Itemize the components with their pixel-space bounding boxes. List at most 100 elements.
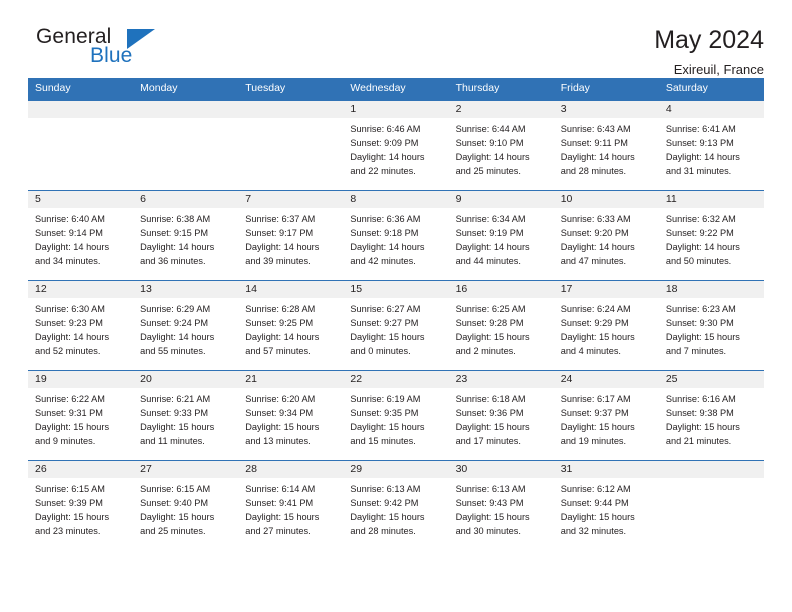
weekday-header-friday: Friday [553, 78, 659, 101]
day-number: 6 [133, 191, 239, 209]
calendar-day-cell[interactable]: 11 Sunrise: 6:32 AM Sunset: 9:22 PM Dayligh… [658, 190, 764, 281]
sunset-text: Sunset: 9:23 PM [35, 318, 103, 329]
daylight-text: Daylight: 15 hours and 0 minutes. [350, 332, 425, 357]
calendar-week-row: 5 Sunrise: 6:40 AM Sunset: 9:14 PM Daylight… [28, 190, 764, 281]
day-cell-inner: 17 Sunrise: 6:24 AM Sunset: 9:29 PM Dayligh… [553, 281, 659, 370]
calendar-day-cell[interactable]: 3 Sunrise: 6:43 AM Sunset: 9:11 PM Daylight… [553, 100, 659, 191]
sunrise-text: Sunrise: 6:17 AM [560, 394, 631, 405]
day-cell-inner: 25 Sunrise: 6:16 AM Sunset: 9:38 PM Dayligh… [658, 371, 764, 460]
daylight-text: Daylight: 15 hours and 15 minutes. [350, 422, 425, 447]
day-cell-inner: 24 Sunrise: 6:17 AM Sunset: 9:37 PM Dayligh… [553, 371, 659, 460]
day-cell-inner: 28 Sunrise: 6:14 AM Sunset: 9:41 PM Dayligh… [238, 461, 344, 551]
calendar-day-cell[interactable]: 2 Sunrise: 6:44 AM Sunset: 9:10 PM Daylight… [448, 100, 554, 191]
weekday-header-tuesday: Tuesday [238, 78, 344, 101]
day-details: Sunrise: 6:32 AM Sunset: 9:22 PM Daylight:… [659, 208, 764, 268]
calendar-day-cell[interactable]: 25 Sunrise: 6:16 AM Sunset: 9:38 PM Dayligh… [658, 370, 764, 461]
day-number: 16 [448, 281, 554, 299]
brand-logo[interactable]: General Blue [28, 26, 228, 74]
day-cell-inner: 31 Sunrise: 6:12 AM Sunset: 9:44 PM Dayligh… [553, 461, 659, 551]
day-number [658, 461, 764, 479]
calendar-day-cell[interactable]: 12 Sunrise: 6:30 AM Sunset: 9:23 PM Dayligh… [28, 280, 134, 371]
calendar-day-cell[interactable]: 31 Sunrise: 6:12 AM Sunset: 9:44 PM Dayligh… [553, 460, 659, 551]
calendar-day-cell[interactable]: 17 Sunrise: 6:24 AM Sunset: 9:29 PM Dayligh… [553, 280, 659, 371]
daylight-text: Daylight: 14 hours and 34 minutes. [35, 242, 110, 267]
day-cell-inner: 8 Sunrise: 6:36 AM Sunset: 9:18 PM Daylight… [343, 191, 449, 280]
weekday-header-thursday: Thursday [448, 78, 554, 101]
day-cell-inner: 22 Sunrise: 6:19 AM Sunset: 9:35 PM Dayligh… [343, 371, 449, 460]
sunset-text: Sunset: 9:10 PM [455, 137, 524, 148]
sunrise-text: Sunrise: 6:20 AM [245, 394, 316, 405]
calendar-day-cell[interactable]: 26 Sunrise: 6:15 AM Sunset: 9:39 PM Dayligh… [28, 460, 134, 551]
calendar-day-cell[interactable]: 9 Sunrise: 6:34 AM Sunset: 9:19 PM Daylight… [448, 190, 554, 281]
calendar-day-cell[interactable]: 16 Sunrise: 6:25 AM Sunset: 9:28 PM Dayligh… [448, 280, 554, 371]
calendar-day-cell[interactable]: 22 Sunrise: 6:19 AM Sunset: 9:35 PM Dayligh… [343, 370, 449, 461]
calendar-day-cell[interactable]: 10 Sunrise: 6:33 AM Sunset: 9:20 PM Dayligh… [553, 190, 659, 281]
calendar-day-cell[interactable]: 5 Sunrise: 6:40 AM Sunset: 9:14 PM Daylight… [28, 190, 134, 281]
calendar-day-cell[interactable]: 24 Sunrise: 6:17 AM Sunset: 9:37 PM Dayligh… [553, 370, 659, 461]
day-number: 9 [448, 191, 554, 209]
calendar-day-cell[interactable]: 15 Sunrise: 6:27 AM Sunset: 9:27 PM Dayligh… [343, 280, 449, 371]
daylight-text: Daylight: 14 hours and 50 minutes. [665, 242, 740, 267]
sunset-text: Sunset: 9:40 PM [140, 498, 209, 509]
day-cell-inner: 2 Sunrise: 6:44 AM Sunset: 9:10 PM Daylight… [448, 100, 554, 191]
day-number: 26 [28, 461, 134, 479]
day-details: Sunrise: 6:27 AM Sunset: 9:27 PM Daylight:… [343, 298, 448, 358]
day-details: Sunrise: 6:25 AM Sunset: 9:28 PM Daylight:… [449, 298, 554, 358]
calendar-day-cell[interactable]: 27 Sunrise: 6:15 AM Sunset: 9:40 PM Dayligh… [133, 460, 239, 551]
calendar-day-cell[interactable]: 6 Sunrise: 6:38 AM Sunset: 9:15 PM Daylight… [133, 190, 239, 281]
sunrise-text: Sunrise: 6:27 AM [350, 304, 421, 315]
sunset-text: Sunset: 9:35 PM [350, 408, 419, 419]
calendar-page: General Blue May 2024 Exireuil, France S… [0, 0, 792, 612]
calendar-day-cell[interactable]: 1 Sunrise: 6:46 AM Sunset: 9:09 PM Daylight… [343, 100, 449, 191]
daylight-text: Daylight: 14 hours and 36 minutes. [140, 242, 215, 267]
sunrise-text: Sunrise: 6:38 AM [140, 214, 211, 225]
sunrise-text: Sunrise: 6:19 AM [350, 394, 421, 405]
daylight-text: Daylight: 15 hours and 19 minutes. [560, 422, 635, 447]
calendar-day-cell[interactable]: 13 Sunrise: 6:29 AM Sunset: 9:24 PM Dayligh… [133, 280, 239, 371]
daylight-text: Daylight: 14 hours and 28 minutes. [560, 151, 635, 176]
calendar-week-row: 12 Sunrise: 6:30 AM Sunset: 9:23 PM Dayligh… [28, 280, 764, 371]
day-number: 13 [133, 281, 239, 299]
daylight-text: Daylight: 15 hours and 32 minutes. [560, 512, 635, 537]
day-number: 8 [343, 191, 449, 209]
day-cell-inner: 12 Sunrise: 6:30 AM Sunset: 9:23 PM Dayligh… [28, 281, 134, 370]
calendar-day-cell[interactable]: 28 Sunrise: 6:14 AM Sunset: 9:41 PM Dayligh… [238, 460, 344, 551]
weekday-header-wednesday: Wednesday [343, 78, 449, 101]
location-label: Exireuil, France [673, 61, 764, 77]
day-number: 30 [448, 461, 554, 479]
calendar-body: 1 Sunrise: 6:46 AM Sunset: 9:09 PM Daylight… [28, 100, 764, 551]
calendar-header: Sunday Monday Tuesday Wednesday Thursday… [28, 78, 764, 101]
day-details: Sunrise: 6:18 AM Sunset: 9:36 PM Daylight:… [449, 388, 554, 448]
sunset-text: Sunset: 9:44 PM [560, 498, 629, 509]
day-number: 25 [658, 371, 764, 389]
day-cell-inner: 3 Sunrise: 6:43 AM Sunset: 9:11 PM Daylight… [553, 100, 659, 191]
daylight-text: Daylight: 15 hours and 13 minutes. [245, 422, 320, 447]
sunset-text: Sunset: 9:43 PM [455, 498, 524, 509]
calendar-day-cell[interactable]: 14 Sunrise: 6:28 AM Sunset: 9:25 PM Dayligh… [238, 280, 344, 371]
day-cell-inner: 5 Sunrise: 6:40 AM Sunset: 9:14 PM Daylight… [28, 191, 134, 280]
calendar-day-cell[interactable]: 23 Sunrise: 6:18 AM Sunset: 9:36 PM Dayligh… [448, 370, 554, 461]
calendar-day-cell[interactable]: 8 Sunrise: 6:36 AM Sunset: 9:18 PM Daylight… [343, 190, 449, 281]
calendar-day-cell[interactable]: 29 Sunrise: 6:13 AM Sunset: 9:42 PM Dayligh… [343, 460, 449, 551]
sunset-text: Sunset: 9:24 PM [140, 318, 209, 329]
calendar-day-cell [658, 460, 764, 551]
calendar-day-cell[interactable]: 30 Sunrise: 6:13 AM Sunset: 9:43 PM Dayligh… [448, 460, 554, 551]
day-number: 14 [238, 281, 344, 299]
daylight-text: Daylight: 15 hours and 23 minutes. [35, 512, 110, 537]
day-details: Sunrise: 6:20 AM Sunset: 9:34 PM Daylight:… [238, 388, 343, 448]
calendar-day-cell[interactable]: 18 Sunrise: 6:23 AM Sunset: 9:30 PM Dayligh… [658, 280, 764, 371]
day-number [133, 100, 239, 118]
calendar-day-cell[interactable]: 21 Sunrise: 6:20 AM Sunset: 9:34 PM Dayligh… [238, 370, 344, 461]
calendar-day-cell[interactable]: 20 Sunrise: 6:21 AM Sunset: 9:33 PM Dayligh… [133, 370, 239, 461]
day-number [28, 100, 134, 118]
day-details: Sunrise: 6:40 AM Sunset: 9:14 PM Daylight:… [28, 208, 133, 268]
daylight-text: Daylight: 14 hours and 47 minutes. [560, 242, 635, 267]
calendar-day-cell[interactable]: 19 Sunrise: 6:22 AM Sunset: 9:31 PM Dayligh… [28, 370, 134, 461]
calendar-day-cell [238, 100, 344, 191]
calendar-day-cell[interactable]: 7 Sunrise: 6:37 AM Sunset: 9:17 PM Daylight… [238, 190, 344, 281]
day-number: 11 [658, 191, 764, 209]
brand-name-blue: Blue [90, 44, 133, 67]
calendar-day-cell[interactable]: 4 Sunrise: 6:41 AM Sunset: 9:13 PM Daylight… [658, 100, 764, 191]
day-cell-inner: 20 Sunrise: 6:21 AM Sunset: 9:33 PM Dayligh… [133, 371, 239, 460]
daylight-text: Daylight: 14 hours and 39 minutes. [245, 242, 320, 267]
